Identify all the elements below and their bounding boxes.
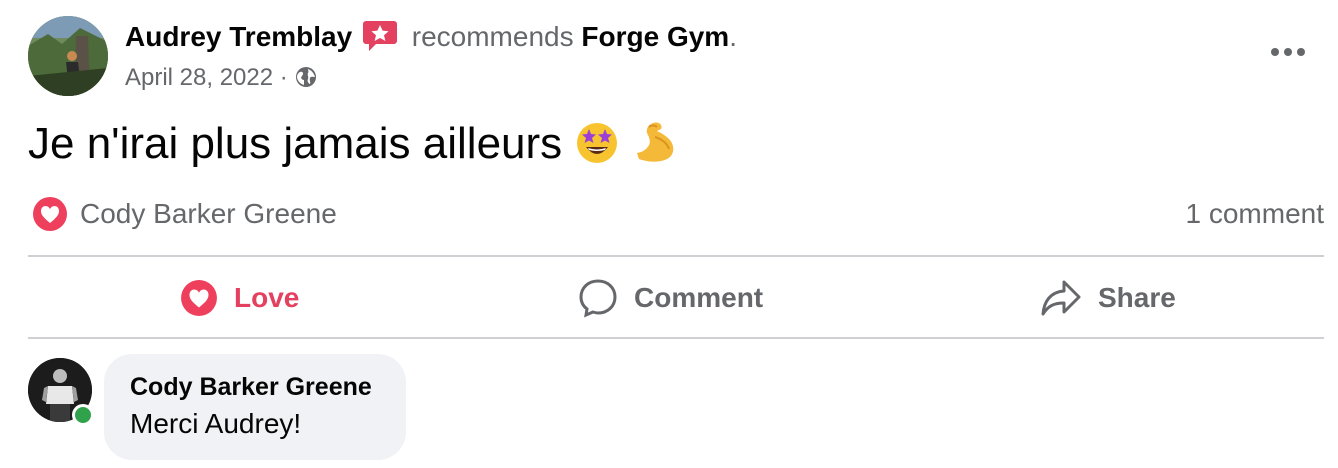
post-text: Je n'irai plus jamais ailleurs	[28, 116, 679, 172]
comment-count[interactable]: 1 comment	[1186, 196, 1325, 232]
more-options-icon[interactable]	[1266, 38, 1310, 66]
comment-bubble-icon	[579, 279, 617, 318]
online-status-dot	[72, 404, 94, 426]
post-header-line: Audrey Tremblay recommends Forge Gym.	[125, 18, 737, 56]
post-date[interactable]: April 28, 2022	[125, 64, 273, 91]
post-body: Je n'irai plus jamais ailleurs	[28, 119, 563, 168]
share-label: Share	[1098, 282, 1176, 313]
page-name-link[interactable]: Forge Gym	[581, 21, 729, 52]
globe-icon[interactable]	[294, 65, 318, 89]
recommends-text: recommends	[411, 21, 574, 52]
comment-button[interactable]: Comment	[578, 268, 763, 328]
flexed-biceps-emoji	[636, 122, 673, 163]
heart-icon[interactable]	[32, 196, 68, 232]
comment-text: Merci Audrey!	[130, 408, 302, 439]
love-button[interactable]: Love	[180, 268, 299, 328]
divider-bottom	[28, 337, 1324, 339]
sentence-period: .	[729, 21, 737, 52]
recommendation-badge-icon	[362, 20, 397, 51]
share-button[interactable]: Share	[1040, 268, 1176, 328]
reactor-name[interactable]: Cody Barker Greene	[80, 196, 337, 232]
comment-label: Comment	[634, 282, 764, 313]
author-name[interactable]: Audrey Tremblay	[125, 21, 352, 52]
star-struck-emoji	[577, 123, 618, 164]
meta-separator: ·	[279, 64, 288, 91]
author-avatar[interactable]	[28, 16, 108, 96]
author-photo	[28, 16, 108, 96]
share-arrow-icon	[1041, 280, 1081, 316]
comment-author-name[interactable]: Cody Barker Greene	[130, 370, 372, 404]
post-meta: April 28, 2022 ·	[125, 60, 318, 96]
divider-top	[28, 255, 1324, 257]
love-label: Love	[234, 282, 300, 313]
love-heart-icon	[181, 280, 217, 316]
